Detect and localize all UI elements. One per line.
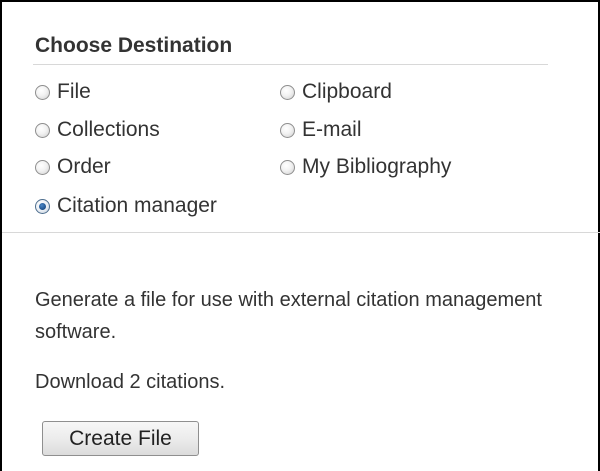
order-radio[interactable] [35, 159, 50, 175]
my-bibliography-radio[interactable] [280, 159, 295, 175]
heading-divider [33, 64, 548, 65]
download-count-note: Download 2 citations. [35, 371, 226, 393]
collections-radio[interactable] [35, 122, 50, 138]
send-to-panel: Choose Destination File Clipboard Collec… [0, 0, 600, 471]
section-divider [2, 232, 600, 233]
email-radio[interactable] [280, 122, 295, 138]
clipboard-radio[interactable] [280, 84, 295, 100]
option-citation-manager-label: Citation manager [57, 194, 217, 217]
option-email-label: E-mail [302, 118, 362, 141]
option-clipboard[interactable]: Clipboard [280, 77, 392, 107]
option-email[interactable]: E-mail [280, 115, 362, 145]
option-collections-label: Collections [57, 118, 160, 141]
create-file-button[interactable]: Create File [42, 421, 199, 456]
option-order[interactable]: Order [35, 152, 111, 182]
option-collections[interactable]: Collections [35, 115, 160, 145]
option-file-label: File [57, 80, 91, 103]
option-order-label: Order [57, 155, 111, 178]
option-my-bibliography[interactable]: My Bibliography [280, 152, 451, 182]
destination-heading: Choose Destination [35, 34, 233, 57]
option-file[interactable]: File [35, 77, 91, 107]
option-my-bibliography-label: My Bibliography [302, 155, 452, 178]
citation-manager-description: Generate a file for use with external ci… [35, 289, 542, 343]
file-radio[interactable] [35, 84, 50, 100]
citation-manager-radio[interactable] [35, 198, 50, 214]
option-citation-manager[interactable]: Citation manager [35, 191, 217, 221]
option-clipboard-label: Clipboard [302, 80, 392, 103]
